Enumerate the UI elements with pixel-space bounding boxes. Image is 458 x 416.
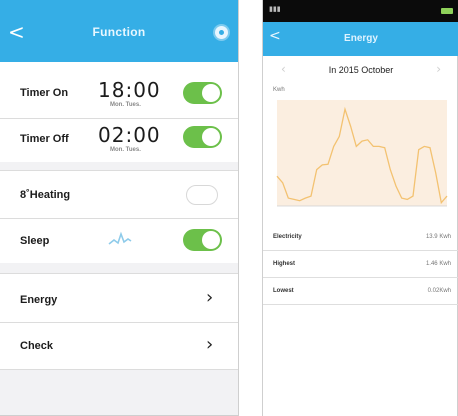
next-month-icon[interactable]: › xyxy=(436,62,441,76)
signal-icon: ▮▮▮ xyxy=(269,6,281,13)
stat-value: 1.46 Kwh xyxy=(425,261,451,267)
stat-value: 0.02Kwh xyxy=(427,288,451,294)
bottom-area xyxy=(0,370,238,415)
battery-icon xyxy=(441,8,453,14)
section-gap xyxy=(0,263,238,273)
month-label: In 2015 October xyxy=(328,65,394,75)
function-header: < Function xyxy=(0,0,238,62)
stat-highest: Highest 1.46 Kwh xyxy=(263,251,458,278)
back-icon[interactable]: < xyxy=(8,22,28,42)
timer-off-row[interactable]: Timer Off 02:00 Mon. Tues. xyxy=(0,118,238,162)
chart-unit: Kwh xyxy=(273,87,285,93)
timer-on-label: Timer On xyxy=(20,87,69,99)
month-nav: ‹ In 2015 October › xyxy=(263,56,458,84)
energy-header: < Energy xyxy=(263,22,458,56)
back-icon[interactable]: < xyxy=(269,28,281,44)
stat-value: 13.9 Kwh xyxy=(425,234,451,240)
timer-on-row[interactable]: Timer On 18:00 Mon. Tues. xyxy=(0,62,238,118)
energy-title: Energy xyxy=(344,33,378,44)
heating-row[interactable]: 8˚Heating xyxy=(0,171,238,218)
stat-label: Highest xyxy=(273,261,296,267)
stat-electricity: Electricity 13.9 Kwh xyxy=(263,224,458,251)
stat-label: Electricity xyxy=(273,234,302,240)
function-screen: < Function Timer On 18:00 Mon. Tues. Tim… xyxy=(0,0,239,416)
settings-icon[interactable] xyxy=(215,26,228,39)
sleep-curve-icon xyxy=(108,231,132,245)
sleep-toggle[interactable] xyxy=(183,229,222,251)
heating-toggle[interactable] xyxy=(186,185,218,205)
status-bar: ▮▮▮ xyxy=(263,0,458,22)
heating-label: 8˚Heating xyxy=(20,189,71,201)
chevron-right-icon: › xyxy=(206,287,214,308)
section-gap xyxy=(0,162,238,170)
check-row[interactable]: Check › xyxy=(0,323,238,369)
energy-row[interactable]: Energy › xyxy=(0,274,238,322)
stat-lowest: Lowest 0.02Kwh xyxy=(263,278,458,305)
function-title: Function xyxy=(92,25,146,39)
check-label: Check xyxy=(20,340,54,352)
timer-on-toggle[interactable] xyxy=(183,82,222,104)
chevron-right-icon: › xyxy=(206,334,214,355)
timer-off-time[interactable]: 02:00 xyxy=(98,123,161,147)
energy-chart xyxy=(276,100,448,207)
timer-off-toggle[interactable] xyxy=(183,126,222,148)
timer-off-label: Timer Off xyxy=(20,133,69,145)
energy-label: Energy xyxy=(20,294,58,306)
timer-off-days: Mon. Tues. xyxy=(110,147,141,153)
energy-screen: ▮▮▮ < Energy ‹ In 2015 October › Kwh Ele… xyxy=(262,0,458,416)
sleep-label: Sleep xyxy=(20,235,50,247)
chart-plot-area xyxy=(277,100,447,206)
timer-on-time[interactable]: 18:00 xyxy=(98,78,161,102)
stat-label: Lowest xyxy=(273,288,294,294)
timer-on-days: Mon. Tues. xyxy=(110,102,141,108)
